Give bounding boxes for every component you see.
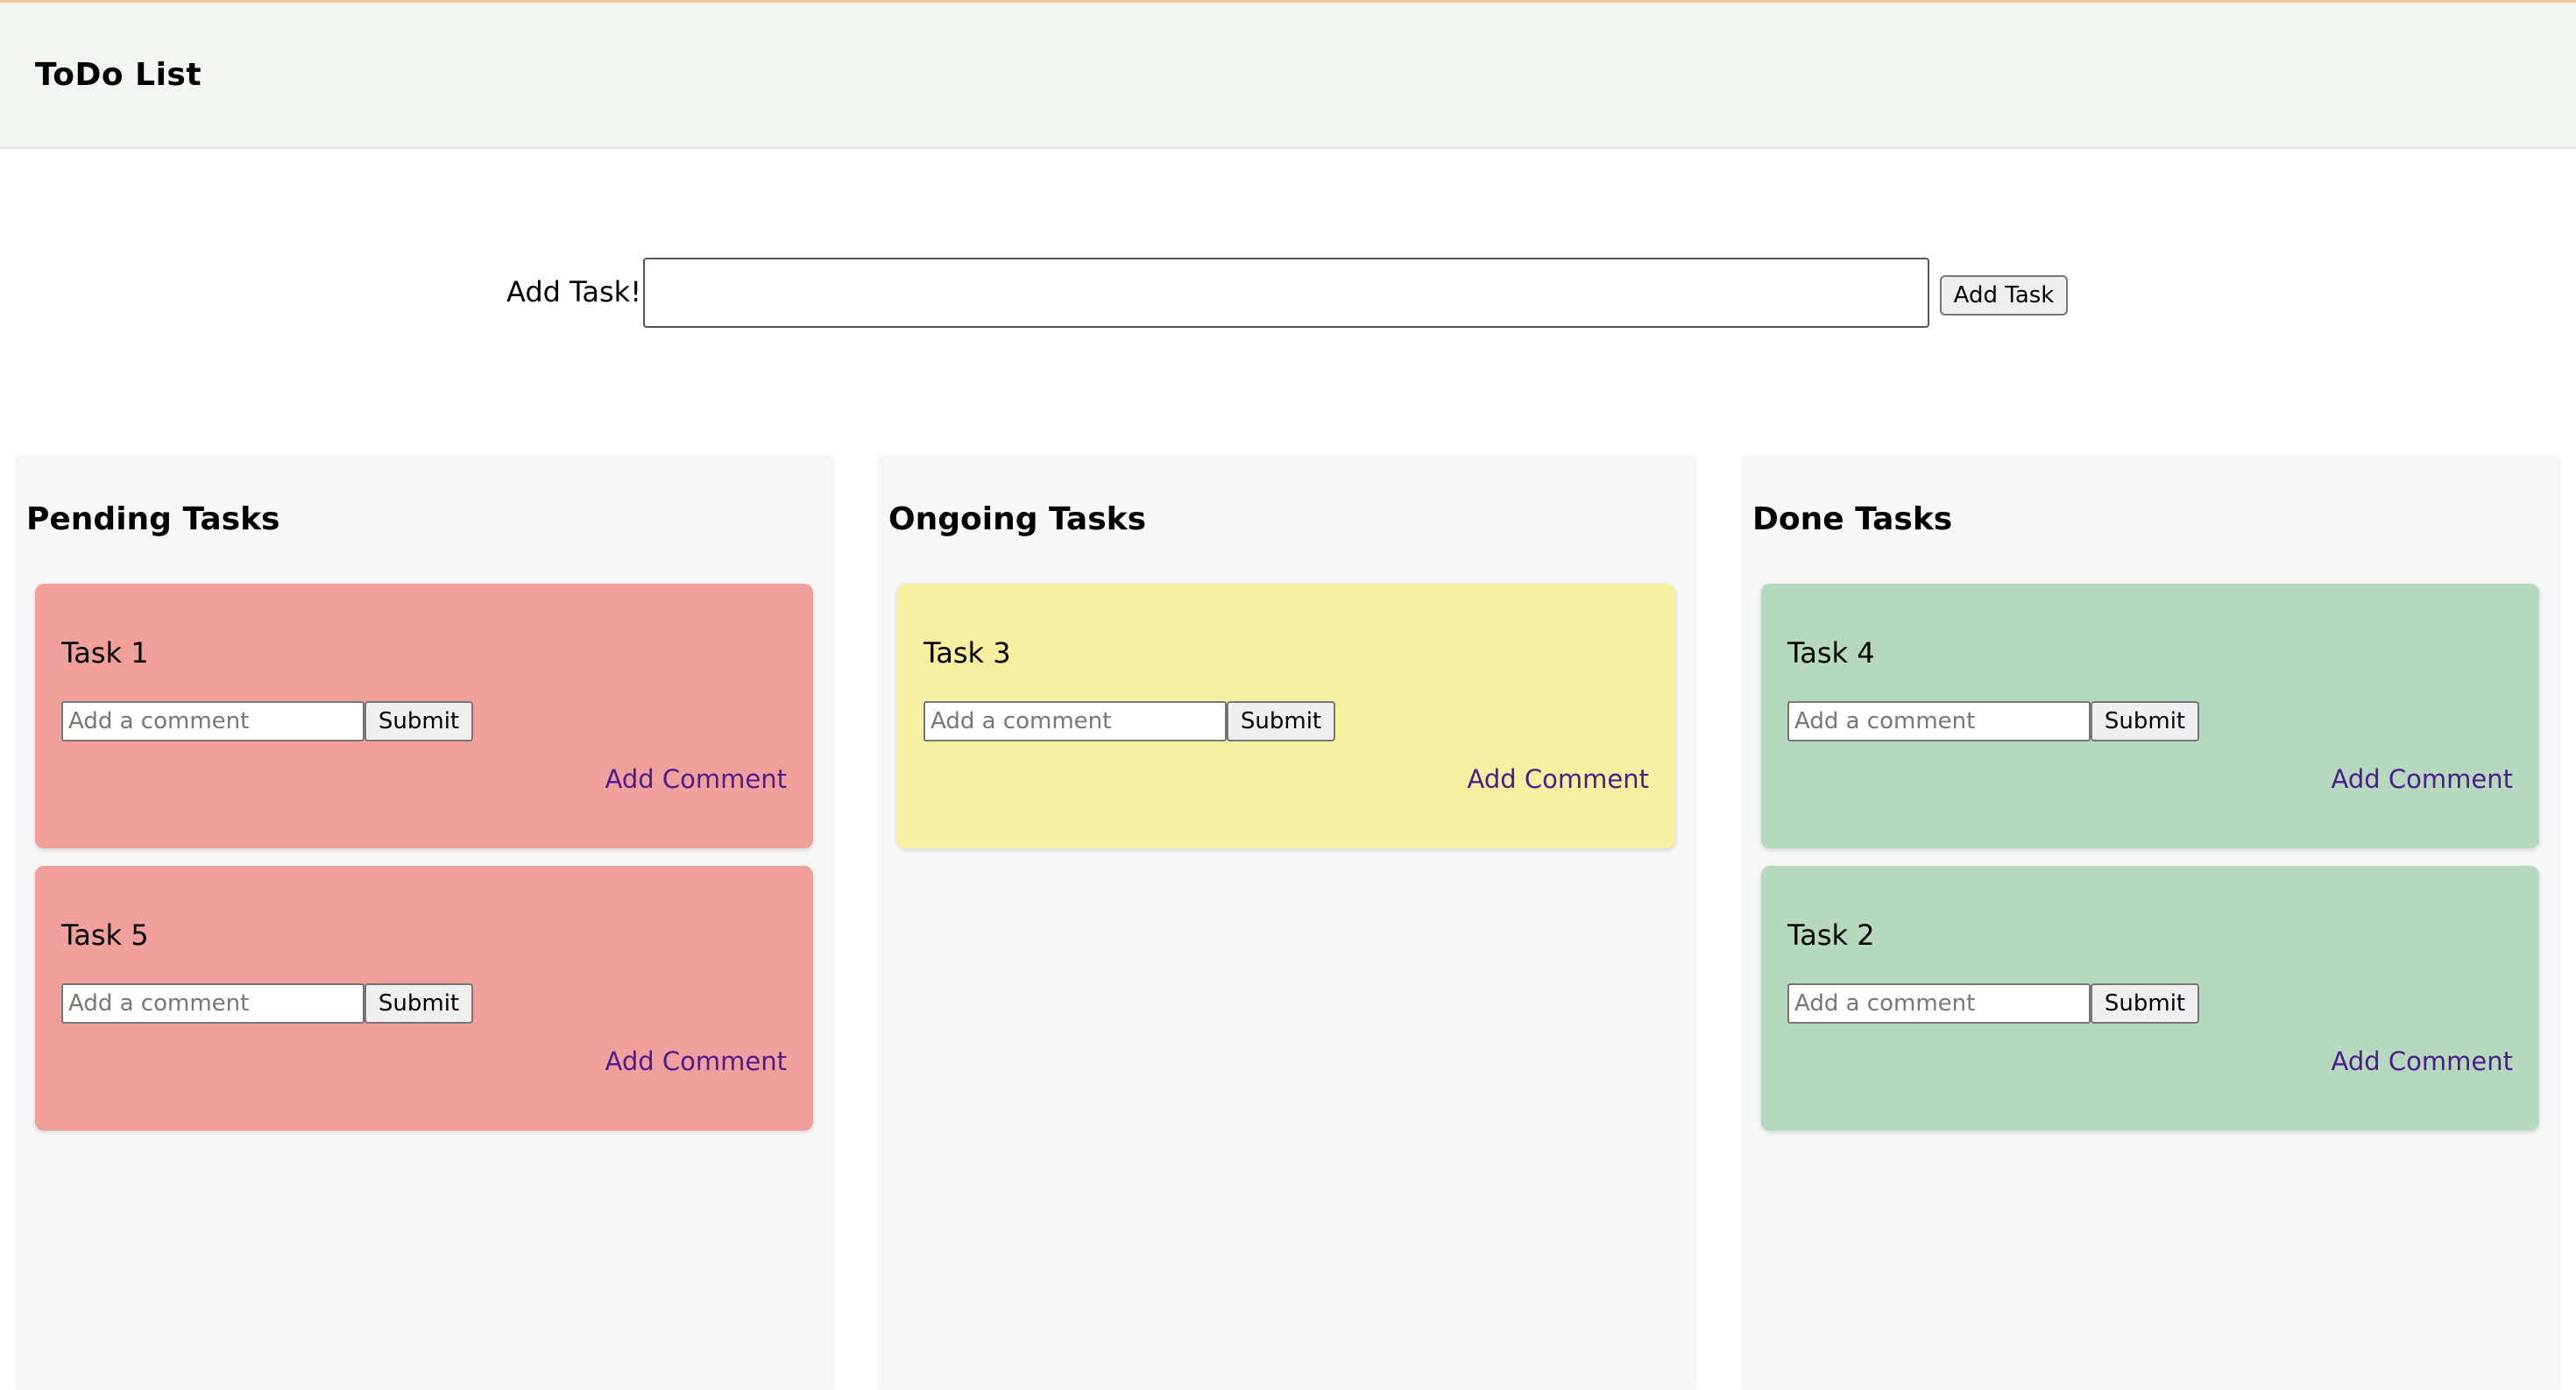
comment-input[interactable]	[61, 701, 364, 741]
comment-input[interactable]	[61, 983, 364, 1024]
ongoing-tasks-column: Ongoing Tasks Task 3 Submit Add Comment	[880, 457, 1695, 1390]
add-comment-link[interactable]: Add Comment	[605, 1046, 787, 1076]
add-comment-link[interactable]: Add Comment	[2332, 1046, 2513, 1076]
submit-comment-button[interactable]: Submit	[2091, 983, 2199, 1024]
app-header: ToDo List	[0, 3, 2576, 149]
task-card: Task 5 Submit Add Comment	[35, 866, 813, 1131]
task-title: Task 2	[1787, 918, 1875, 952]
add-comment-link[interactable]: Add Comment	[1468, 764, 1649, 794]
comment-input[interactable]	[924, 701, 1227, 741]
column-title: Pending Tasks	[26, 501, 280, 537]
app-title: ToDo List	[35, 57, 202, 93]
add-task-button[interactable]: Add Task	[1940, 275, 2068, 316]
task-title: Task 5	[61, 918, 149, 952]
submit-comment-button[interactable]: Submit	[364, 983, 473, 1024]
submit-comment-button[interactable]: Submit	[364, 701, 473, 741]
add-comment-link[interactable]: Add Comment	[605, 764, 787, 794]
task-card: Task 3 Submit Add Comment	[897, 584, 1675, 848]
add-task-input[interactable]	[643, 258, 1929, 328]
add-task-label: Add Task!	[506, 275, 642, 308]
add-task-form: Add Task! Add Task	[0, 258, 2576, 333]
task-card: Task 4 Submit Add Comment	[1761, 584, 2539, 848]
task-title: Task 4	[1787, 636, 1875, 670]
submit-comment-button[interactable]: Submit	[2091, 701, 2199, 741]
pending-tasks-column: Pending Tasks Task 1 Submit Add Comment …	[18, 457, 832, 1390]
submit-comment-button[interactable]: Submit	[1227, 701, 1335, 741]
done-tasks-column: Done Tasks Task 4 Submit Add Comment Tas…	[1744, 457, 2558, 1390]
comment-input[interactable]	[1787, 701, 2091, 741]
task-title: Task 3	[924, 636, 1011, 670]
column-title: Done Tasks	[1752, 501, 1953, 537]
task-card: Task 2 Submit Add Comment	[1761, 866, 2539, 1131]
add-comment-link[interactable]: Add Comment	[2332, 764, 2513, 794]
task-title: Task 1	[61, 636, 149, 670]
comment-input[interactable]	[1787, 983, 2091, 1024]
task-card: Task 1 Submit Add Comment	[35, 584, 813, 848]
column-title: Ongoing Tasks	[888, 501, 1147, 537]
